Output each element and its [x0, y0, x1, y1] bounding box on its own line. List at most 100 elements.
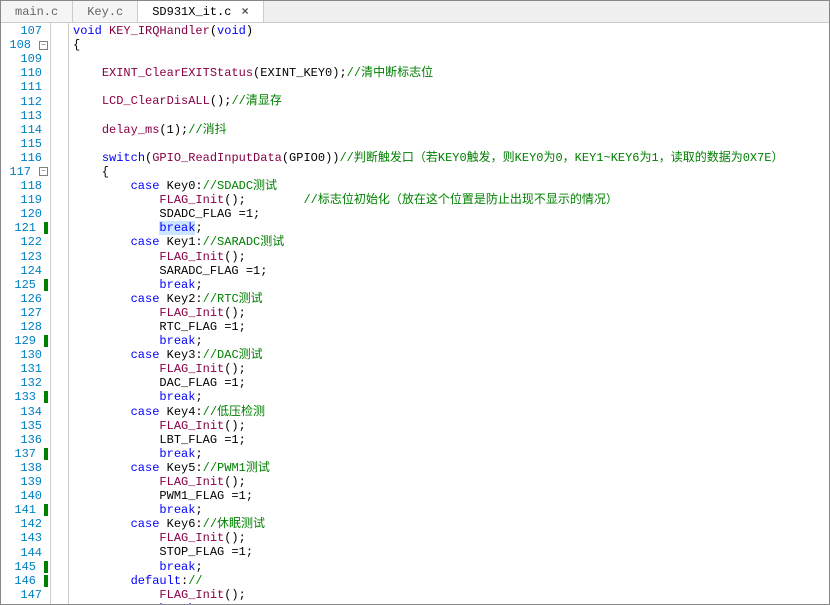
code-line[interactable]: break;	[73, 560, 829, 574]
code-line[interactable]: FLAG_Init();	[73, 362, 829, 376]
code-line[interactable]: break;	[73, 278, 829, 292]
code-line[interactable]: FLAG_Init(); //标志位初始化（放在这个位置是防止出现不显示的情况）	[73, 193, 829, 207]
code-line[interactable]: PWM1_FLAG =1;	[73, 489, 829, 503]
code-line[interactable]	[73, 137, 829, 151]
line-number: 131	[20, 362, 48, 376]
gutter-row: 107	[9, 24, 48, 38]
code-line[interactable]: SARADC_FLAG =1;	[73, 264, 829, 278]
gutter-row: 114	[9, 123, 48, 137]
code-line[interactable]: LBT_FLAG =1;	[73, 433, 829, 447]
gutter-row: 141	[9, 503, 48, 517]
line-number: 120	[20, 207, 48, 221]
code-line[interactable]: FLAG_Init();	[73, 419, 829, 433]
code-line[interactable]: break;	[73, 602, 829, 604]
code-line[interactable]: FLAG_Init();	[73, 588, 829, 602]
code-line[interactable]: case Key5://PWM1测试	[73, 461, 829, 475]
tab-main-c[interactable]: main.c	[1, 1, 73, 22]
line-number: 144	[20, 546, 48, 560]
line-number: 107	[20, 24, 48, 38]
code-line[interactable]	[73, 80, 829, 94]
code-line[interactable]: delay_ms(1);//消抖	[73, 123, 829, 137]
code-line[interactable]: break;	[73, 390, 829, 404]
fold-toggle-icon[interactable]: −	[39, 167, 48, 176]
change-marker-icon	[44, 561, 48, 573]
code-line[interactable]: case Key4://低压检测	[73, 405, 829, 419]
line-number: 126	[20, 292, 48, 306]
code-line[interactable]	[73, 109, 829, 123]
code-line[interactable]: switch(GPIO_ReadInputData(GPIO0))//判断触发口…	[73, 151, 829, 165]
line-number: 142	[20, 517, 48, 531]
code-line[interactable]: break;	[73, 334, 829, 348]
line-number: 116	[20, 151, 48, 165]
change-marker-icon	[44, 279, 48, 291]
gutter-row: 148	[9, 602, 48, 604]
tab-Key-c[interactable]: Key.c	[73, 1, 138, 22]
code-line[interactable]: break;	[73, 447, 829, 461]
line-number: 130	[20, 348, 48, 362]
gutter-row: 136	[9, 433, 48, 447]
code-line[interactable]: EXINT_ClearEXITStatus(EXINT_KEY0);//清中断标…	[73, 66, 829, 80]
change-marker-icon	[44, 448, 48, 460]
code-line[interactable]: RTC_FLAG =1;	[73, 320, 829, 334]
tab-SD931X_it-c[interactable]: SD931X_it.c ×	[138, 1, 263, 22]
line-number: 132	[20, 376, 48, 390]
code-line[interactable]: FLAG_Init();	[73, 475, 829, 489]
line-number: 124	[20, 264, 48, 278]
code-line[interactable]: break;	[73, 503, 829, 517]
code-line[interactable]: FLAG_Init();	[73, 306, 829, 320]
code-line[interactable]: case Key2://RTC测试	[73, 292, 829, 306]
gutter-row: 135	[9, 419, 48, 433]
gutter-row: 140	[9, 489, 48, 503]
code-line[interactable]: LCD_ClearDisALL();//清显存	[73, 94, 829, 108]
gutter-row: 113	[9, 109, 48, 123]
tab-label: SD931X_it.c	[152, 5, 231, 19]
line-number: 135	[20, 419, 48, 433]
gutter-row: 147	[9, 588, 48, 602]
code-line[interactable]: FLAG_Init();	[73, 531, 829, 545]
gutter-row: 123	[9, 250, 48, 264]
gutter-row: 137	[9, 447, 48, 461]
code-line[interactable]: SDADC_FLAG =1;	[73, 207, 829, 221]
gutter-row: 109	[9, 52, 48, 66]
code-line[interactable]: default://	[73, 574, 829, 588]
line-number: 122	[20, 235, 48, 249]
change-marker-icon	[44, 335, 48, 347]
gutter-row: 108−	[9, 38, 48, 52]
close-icon[interactable]: ×	[241, 5, 248, 19]
line-number: 136	[20, 433, 48, 447]
gutter-row: 138	[9, 461, 48, 475]
gutter-row: 144	[9, 545, 48, 559]
line-number: 117	[9, 165, 37, 179]
tab-label: main.c	[15, 5, 58, 19]
code-area[interactable]: void KEY_IRQHandler(void){ EXINT_ClearEX…	[69, 23, 829, 604]
line-number: 143	[20, 531, 48, 545]
line-number: 109	[20, 52, 48, 66]
fold-margin	[51, 23, 69, 604]
line-number: 129	[14, 334, 42, 348]
code-line[interactable]: case Key1://SARADC测试	[73, 235, 829, 249]
gutter-row: 146	[9, 574, 48, 588]
gutter-row: 145	[9, 560, 48, 574]
line-number: 115	[20, 137, 48, 151]
gutter-row: 119	[9, 193, 48, 207]
code-line[interactable]: case Key3://DAC测试	[73, 348, 829, 362]
gutter-row: 128	[9, 320, 48, 334]
line-number: 121	[14, 221, 42, 235]
code-line[interactable]: {	[73, 38, 829, 52]
code-line[interactable]: case Key0://SDADC测试	[73, 179, 829, 193]
fold-toggle-icon[interactable]: −	[39, 41, 48, 50]
change-marker-icon	[44, 575, 48, 587]
code-line[interactable]: case Key6://休眠测试	[73, 517, 829, 531]
code-line[interactable]: FLAG_Init();	[73, 250, 829, 264]
line-number: 113	[20, 109, 48, 123]
line-number: 127	[20, 306, 48, 320]
gutter-row: 139	[9, 475, 48, 489]
gutter-row: 132	[9, 376, 48, 390]
code-line[interactable]: STOP_FLAG =1;	[73, 545, 829, 559]
code-line[interactable]: {	[73, 165, 829, 179]
change-marker-icon	[44, 391, 48, 403]
code-line[interactable]: DAC_FLAG =1;	[73, 376, 829, 390]
code-line[interactable]	[73, 52, 829, 66]
code-line[interactable]: void KEY_IRQHandler(void)	[73, 24, 829, 38]
code-line[interactable]: break;	[73, 221, 829, 235]
